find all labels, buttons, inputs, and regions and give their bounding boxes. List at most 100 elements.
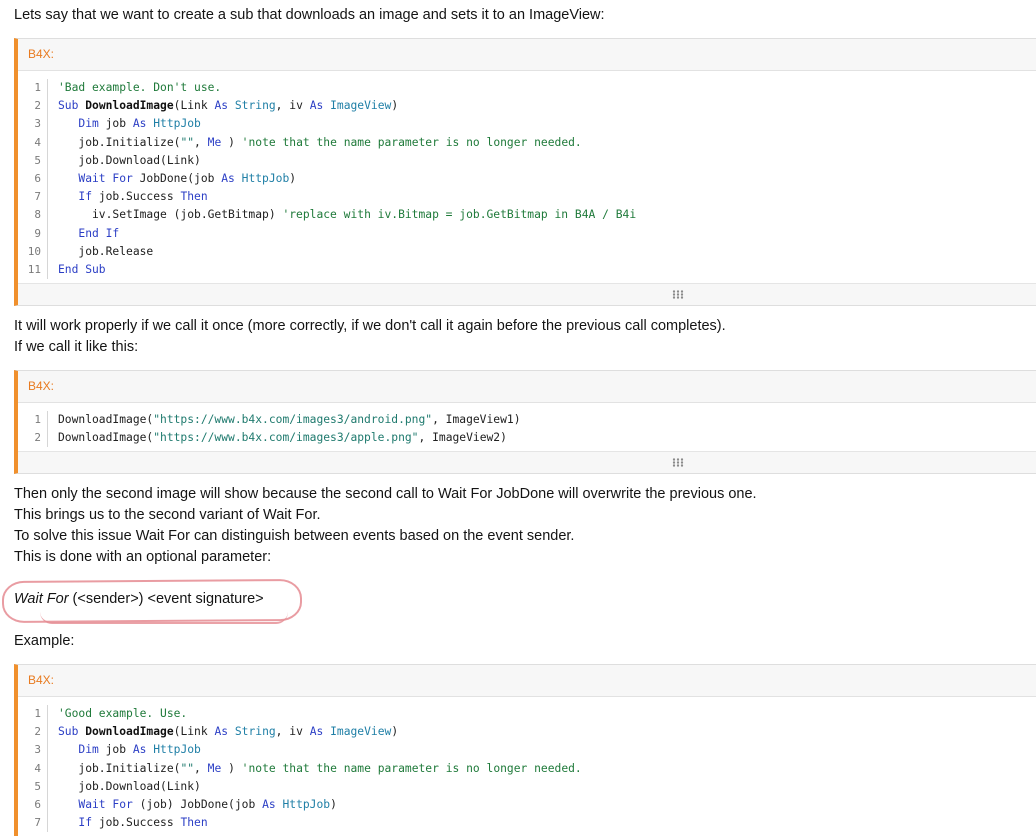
- code-text: DownloadImage("https://www.b4x.com/image…: [48, 429, 507, 447]
- code-block-2: B4X: 1 DownloadImage("https://www.b4x.com…: [14, 370, 1036, 475]
- code-token: As: [132, 743, 154, 757]
- code-text: If job.Success Then: [48, 188, 207, 206]
- code-token: , iv: [275, 725, 310, 739]
- code-line: 1 'Bad example. Don't use.: [18, 79, 1036, 98]
- code-token: Me: [207, 761, 222, 775]
- line-number: 3: [18, 741, 48, 760]
- expand-code-icon[interactable]: [672, 458, 684, 468]
- line-number: 9: [18, 224, 48, 243]
- call-like-text: If we call it like this:: [14, 339, 139, 355]
- code-token: "https://www.b4x.com/images3/apple.png": [153, 431, 419, 445]
- code-token: Wait For: [78, 797, 140, 811]
- line-number: 7: [18, 188, 48, 207]
- code-token: "https://www.b4x.com/images3/android.png…: [153, 413, 433, 426]
- code-token: "": [180, 761, 195, 775]
- code-body[interactable]: 1 'Good example. Use. 2 Sub DownloadImage(L…: [18, 697, 1036, 836]
- code-token: 'Good example. Use.: [58, 707, 188, 720]
- code-block-3: B4X: 1 'Good example. Use. 2 Sub DownloadIm…: [14, 664, 1036, 836]
- optional-param-text: This is done with an optional parameter:: [14, 549, 272, 565]
- code-token: job: [105, 743, 133, 757]
- line-number: 5: [18, 151, 48, 170]
- code-block-label: B4X:: [18, 371, 1036, 403]
- code-token: job: [105, 117, 133, 131]
- code-body[interactable]: 1 'Bad example. Don't use. 2 Sub DownloadIm…: [18, 71, 1036, 284]
- code-text: DownloadImage("https://www.b4x.com/image…: [48, 411, 521, 429]
- code-token: ): [289, 171, 297, 185]
- to-solve-text: To solve this issue Wait For can disting…: [14, 528, 575, 544]
- highlight-stroke: [40, 612, 288, 624]
- works-once-text: It will work properly if we call it once…: [14, 318, 726, 334]
- code-token: HttpJob: [153, 117, 201, 131]
- line-number: 11: [18, 260, 48, 280]
- code-text: iv.SetImage (job.GetBitmap) 'replace wit…: [48, 206, 636, 224]
- code-token: 'Bad example. Don't use.: [58, 81, 222, 94]
- code-token: job.Success: [98, 816, 181, 830]
- code-token: job.Download(Link): [58, 153, 201, 167]
- code-block-label: B4X:: [18, 665, 1036, 697]
- line-number: 1: [18, 79, 48, 98]
- code-token: job.Release: [58, 244, 154, 258]
- code-text: job.Download(Link): [48, 152, 201, 170]
- line-number: 5: [18, 777, 48, 796]
- code-token: DownloadImage: [85, 725, 174, 739]
- code-line: 10 job.Release: [18, 242, 1036, 261]
- code-token: 'note that the name parameter is no long…: [241, 135, 582, 149]
- code-text: Dim job As HttpJob: [48, 741, 200, 759]
- code-line: 5 job.Download(Link): [18, 777, 1036, 796]
- code-token: job.Success: [98, 190, 181, 204]
- syntax-keyword: Wait For: [14, 591, 69, 607]
- code-line: 9 End If: [18, 224, 1036, 243]
- code-body[interactable]: 1 DownloadImage("https://www.b4x.com/imag…: [18, 403, 1036, 452]
- code-token: ImageView: [330, 99, 392, 113]
- line-number: 2: [18, 429, 48, 448]
- code-text: Sub DownloadImage(Link As String, iv As …: [48, 723, 398, 741]
- code-token: DownloadImage(: [58, 413, 154, 426]
- line-number: 3: [18, 115, 48, 134]
- code-token: As: [214, 99, 235, 113]
- code-line: 3 Dim job As HttpJob: [18, 741, 1036, 760]
- code-token: Sub: [58, 99, 86, 113]
- code-line: 1 'Good example. Use.: [18, 705, 1036, 724]
- code-footer: [18, 451, 1036, 474]
- code-token: (job) JobDone(job: [139, 797, 263, 811]
- code-line: 7 If job.Success Then: [18, 814, 1036, 833]
- code-token: ): [391, 99, 399, 113]
- code-token: iv.SetImage (job.GetBitmap): [58, 208, 283, 222]
- code-token: Dim: [78, 743, 106, 757]
- code-line: 6 Wait For JobDone(job As HttpJob): [18, 169, 1036, 189]
- code-text: 'Bad example. Don't use.: [48, 79, 221, 97]
- code-token: ,: [194, 135, 208, 149]
- code-line: 7 If job.Success Then: [18, 188, 1036, 207]
- code-token: As: [214, 725, 235, 739]
- code-token: Sub: [58, 725, 86, 739]
- code-line: 2 Sub DownloadImage(Link As String, iv As…: [18, 97, 1036, 116]
- code-token: DownloadImage(: [58, 431, 154, 445]
- code-token: ,: [194, 761, 208, 775]
- code-token: Me: [207, 135, 222, 149]
- code-text: job.Download(Link): [48, 778, 201, 796]
- line-number: 4: [18, 133, 48, 152]
- code-line: 2 DownloadImage("https://www.b4x.com/imag…: [18, 429, 1036, 448]
- code-token: As: [309, 725, 331, 739]
- brings-us-text: This brings us to the second variant of …: [14, 507, 321, 523]
- code-token: String: [234, 725, 276, 739]
- code-token: ): [330, 797, 337, 811]
- code-line: 1 DownloadImage("https://www.b4x.com/imag…: [18, 411, 1036, 430]
- line-number: 1: [18, 411, 48, 430]
- code-token: job.Download(Link): [58, 779, 201, 793]
- code-token: ): [391, 725, 399, 739]
- expand-code-icon[interactable]: [672, 290, 684, 300]
- example-text: Example:: [14, 633, 75, 649]
- code-token: If: [78, 190, 99, 204]
- code-token: ImageView: [330, 725, 392, 739]
- code-block-label: B4X:: [18, 39, 1036, 71]
- line-number: 7: [18, 814, 48, 833]
- code-line: 5 job.Download(Link): [18, 151, 1036, 170]
- code-line: 8 iv.SetImage (job.GetBitmap) 'replace w…: [18, 206, 1036, 225]
- code-token: DownloadImage: [85, 99, 174, 113]
- code-token: , ImageView2): [418, 431, 507, 445]
